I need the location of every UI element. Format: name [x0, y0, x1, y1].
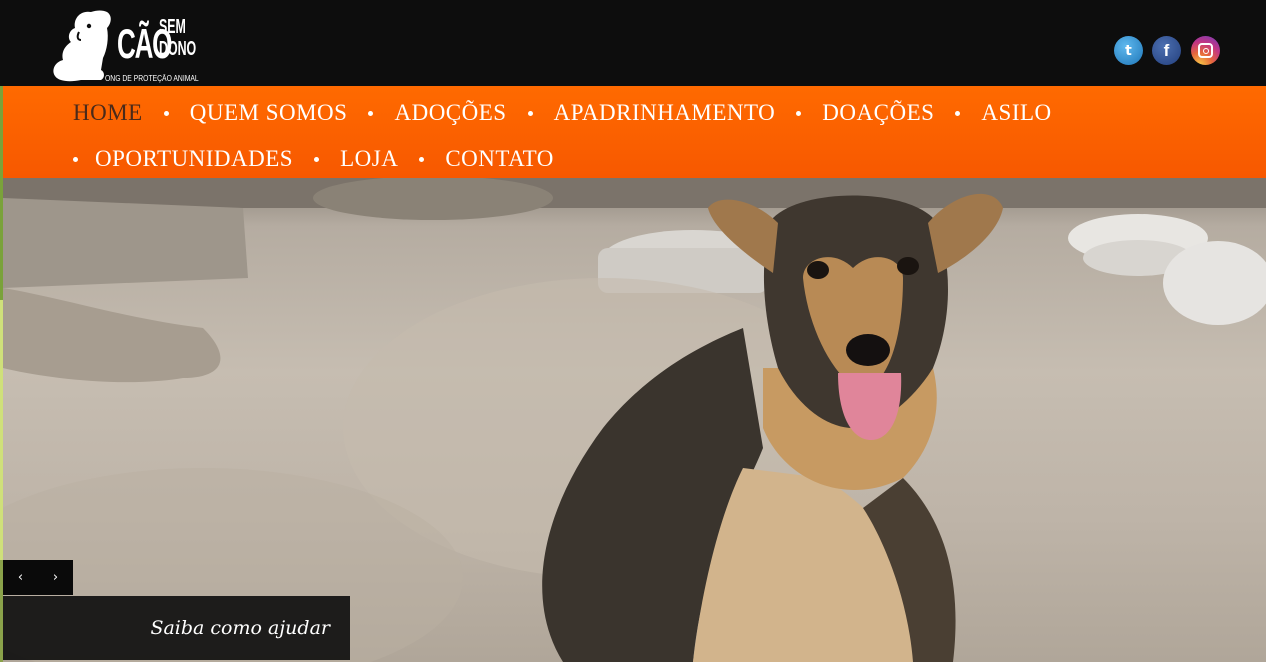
slider-next-button[interactable]: › [38, 560, 73, 595]
nav-row-1: HOME QUEM SOMOS ADOÇÕES APADRINHAMENTO D… [73, 100, 1052, 126]
nav-item-quem-somos[interactable]: QUEM SOMOS [190, 100, 348, 126]
slide-caption-text: Saiba como ajudar [150, 617, 330, 639]
instagram-icon[interactable] [1191, 36, 1220, 65]
slide-caption-box[interactable]: Saiba como ajudar [3, 596, 350, 660]
nav-row-2: OPORTUNIDADES LOJA CONTATO [73, 146, 554, 172]
nav-separator-dot [368, 110, 374, 116]
site-header: CÃO SEM DONO ONG DE PROTEÇÃO ANIMAL t f [3, 0, 1266, 86]
facebook-icon[interactable]: f [1152, 36, 1181, 65]
nav-separator-dot [955, 110, 961, 116]
nav-item-apadrinhamento[interactable]: APADRINHAMENTO [554, 100, 776, 126]
dog-logo-icon [53, 10, 111, 82]
slider-prev-button[interactable]: ‹ [3, 560, 38, 595]
nav-item-adocoes[interactable]: ADOÇÕES [394, 100, 506, 126]
hero-slide-image [3, 178, 1266, 662]
nav-separator-dot [73, 156, 78, 162]
nav-separator-dot [314, 156, 320, 162]
logo-tagline: ONG DE PROTEÇÃO ANIMAL [105, 74, 199, 83]
twitter-icon[interactable]: t [1114, 36, 1143, 65]
nav-separator-dot [419, 156, 425, 162]
instagram-camera-icon [1198, 43, 1213, 58]
nav-separator-dot [796, 110, 802, 116]
logo-word-dono: DONO [159, 38, 197, 60]
nav-separator-dot [163, 110, 169, 116]
site-logo[interactable]: CÃO SEM DONO ONG DE PROTEÇÃO ANIMAL [51, 8, 199, 84]
puppy-photo [3, 178, 1266, 662]
nav-item-oportunidades[interactable]: OPORTUNIDADES [95, 146, 293, 172]
facebook-glyph: f [1163, 40, 1170, 60]
logo-word-sem: SEM [159, 16, 186, 38]
nav-separator-dot [527, 110, 533, 116]
nav-item-contato[interactable]: CONTATO [445, 146, 554, 172]
slider-controls: ‹ › [3, 560, 73, 595]
nav-item-doacoes[interactable]: DOAÇÕES [822, 100, 934, 126]
twitter-glyph: t [1125, 42, 1132, 59]
nav-item-loja[interactable]: LOJA [340, 146, 398, 172]
nav-item-asilo[interactable]: ASILO [981, 100, 1051, 126]
nav-item-home[interactable]: HOME [73, 100, 143, 126]
